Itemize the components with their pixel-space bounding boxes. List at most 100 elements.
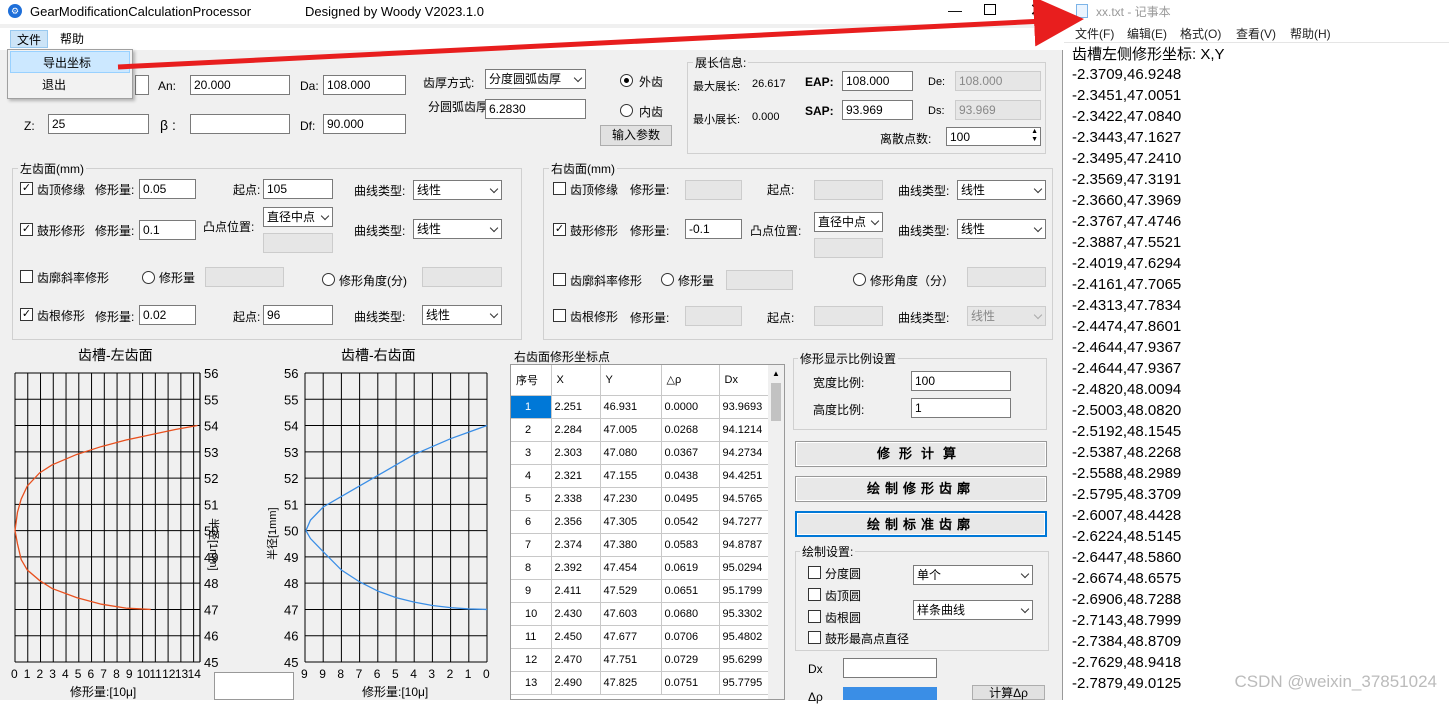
table-header-cell[interactable]: 序号 — [511, 365, 552, 396]
table-cell[interactable]: 0.0542 — [661, 510, 720, 534]
table-cell[interactable]: 47.751 — [600, 648, 662, 672]
right-tip-curve-select[interactable]: 线性 — [957, 180, 1046, 200]
table-cell[interactable]: 47.005 — [600, 418, 662, 442]
table-cell[interactable]: 0.0367 — [661, 441, 720, 465]
left-crown-pos-value[interactable] — [263, 233, 333, 253]
calc-button[interactable]: 修形计算 — [795, 441, 1047, 467]
table-cell[interactable]: 12 — [511, 648, 552, 672]
right-crown-pos-select[interactable]: 直径中点 — [814, 212, 883, 232]
right-crown-checkbox[interactable]: ✓ — [553, 223, 566, 236]
table-cell[interactable]: 7 — [511, 533, 552, 557]
table-cell[interactable]: 2.338 — [551, 487, 601, 511]
left-tip-start-input[interactable]: 105 — [263, 179, 333, 199]
table-header-cell[interactable]: Y — [600, 365, 662, 396]
right-root-amount-input[interactable] — [685, 306, 742, 326]
width-scale-input[interactable]: 100 — [911, 371, 1011, 391]
table-cell[interactable]: 0.0680 — [661, 602, 720, 626]
np-menu-edit[interactable]: 编辑(E) — [1127, 25, 1167, 42]
table-cell[interactable]: 94.4251 — [719, 464, 770, 488]
left-slope-angle-input[interactable] — [422, 267, 502, 287]
table-cell[interactable]: 47.454 — [600, 556, 662, 580]
table-cell[interactable]: 2.470 — [551, 648, 601, 672]
left-crown-pos-select[interactable]: 直径中点 — [263, 207, 333, 227]
table-cell[interactable]: 0.0651 — [661, 579, 720, 603]
table-cell[interactable]: 47.603 — [600, 602, 662, 626]
table-cell[interactable]: 95.1799 — [719, 579, 770, 603]
table-cell[interactable]: 2.490 — [551, 671, 601, 695]
left-root-start-input[interactable]: 96 — [263, 305, 333, 325]
left-crown-amount-input[interactable]: 0.1 — [139, 220, 196, 240]
table-cell[interactable]: 94.5765 — [719, 487, 770, 511]
table-cell[interactable]: 8 — [511, 556, 552, 580]
menu-help[interactable]: 帮助 — [54, 30, 90, 48]
z-input[interactable]: 25 — [48, 114, 149, 134]
table-scrollbar[interactable]: ▲ — [768, 365, 784, 699]
table-cell[interactable]: 94.1214 — [719, 418, 770, 442]
table-cell[interactable]: 2.392 — [551, 556, 601, 580]
table-cell[interactable]: 47.677 — [600, 625, 662, 649]
table-row[interactable]: 10 2.430 47.603 0.0680 95.3302 — [511, 602, 770, 626]
left-crown-curve-select[interactable]: 线性 — [413, 219, 502, 239]
table-row[interactable]: 9 2.411 47.529 0.0651 95.1799 — [511, 579, 770, 603]
table-cell[interactable]: 93.9693 — [719, 395, 770, 419]
table-cell[interactable]: 11 — [511, 625, 552, 649]
table-cell[interactable]: 0.0438 — [661, 464, 720, 488]
points-spinner[interactable]: 100 ▲ ▼ — [946, 127, 1041, 146]
table-cell[interactable]: 0.0729 — [661, 648, 720, 672]
table-cell[interactable]: 2.303 — [551, 441, 601, 465]
table-cell[interactable]: 2.321 — [551, 464, 601, 488]
table-cell[interactable]: 0.0751 — [661, 671, 720, 695]
menu-file[interactable]: 文件 — [10, 30, 49, 48]
table-cell[interactable]: 47.380 — [600, 533, 662, 557]
table-cell[interactable]: 47.305 — [600, 510, 662, 534]
height-scale-input[interactable]: 1 — [911, 398, 1011, 418]
table-row[interactable]: 8 2.392 47.454 0.0619 95.0294 — [511, 556, 770, 580]
draw-standard-button[interactable]: 绘制标准齿廓 — [795, 511, 1047, 537]
table-row[interactable]: 12 2.470 47.751 0.0729 95.6299 — [511, 648, 770, 672]
close-icon[interactable]: ✕ — [1027, 0, 1047, 20]
table-cell[interactable]: 2.411 — [551, 579, 601, 603]
table-row[interactable]: 4 2.321 47.155 0.0438 94.4251 — [511, 464, 770, 488]
export-coords-menu-item[interactable]: 导出坐标 — [10, 51, 130, 73]
tip-circle-checkbox[interactable] — [808, 588, 821, 601]
left-slope-amount-input[interactable] — [205, 267, 284, 287]
right-tip-amount-input[interactable] — [685, 180, 742, 200]
left-root-checkbox[interactable]: ✓ — [20, 308, 33, 321]
table-cell[interactable]: 47.529 — [600, 579, 662, 603]
table-cell[interactable]: 95.4802 — [719, 625, 770, 649]
table-cell[interactable]: 13 — [511, 671, 552, 695]
left-tip-amount-input[interactable]: 0.05 — [139, 179, 196, 199]
np-menu-file[interactable]: 文件(F) — [1075, 25, 1114, 42]
arc-thickness-input[interactable]: 6.2830 — [485, 99, 586, 119]
draw-mode-select[interactable]: 单个 — [913, 565, 1033, 585]
table-cell[interactable]: 0.0706 — [661, 625, 720, 649]
table-cell[interactable]: 0.0268 — [661, 418, 720, 442]
draw-modified-button[interactable]: 绘制修形齿廓 — [795, 476, 1047, 502]
eap-input[interactable]: 108.000 — [842, 71, 913, 91]
right-crown-pos-value[interactable] — [814, 238, 883, 258]
calc-drho-button[interactable]: 计算Δρ — [972, 685, 1045, 700]
table-cell[interactable]: 2 — [511, 418, 552, 442]
table-cell[interactable]: 47.155 — [600, 464, 662, 488]
left-crown-checkbox[interactable]: ✓ — [20, 223, 33, 236]
df-input[interactable]: 90.000 — [323, 114, 406, 134]
da-input[interactable]: 108.000 — [323, 75, 406, 95]
table-cell[interactable]: 4 — [511, 464, 552, 488]
table-cell[interactable]: 2.374 — [551, 533, 601, 557]
left-root-curve-select[interactable]: 线性 — [422, 305, 502, 325]
right-slope-amount-radio[interactable] — [661, 273, 674, 286]
table-cell[interactable]: 47.825 — [600, 671, 662, 695]
table-row[interactable]: 5 2.338 47.230 0.0495 94.5765 — [511, 487, 770, 511]
table-row[interactable]: 11 2.450 47.677 0.0706 95.4802 — [511, 625, 770, 649]
right-slope-checkbox[interactable] — [553, 273, 566, 286]
table-cell[interactable]: 2.251 — [551, 395, 601, 419]
beta-input[interactable] — [190, 114, 290, 134]
table-cell[interactable]: 0.0619 — [661, 556, 720, 580]
table-cell[interactable]: 95.7795 — [719, 671, 770, 695]
scroll-up-icon[interactable]: ▲ — [772, 369, 780, 378]
table-row[interactable]: 3 2.303 47.080 0.0367 94.2734 — [511, 441, 770, 465]
table-cell[interactable]: 2.284 — [551, 418, 601, 442]
maximize-icon[interactable] — [984, 4, 996, 15]
notepad-text-area[interactable]: 齿槽左侧修形坐标: X,Y -2.3709,46.9248 -2.3451,47.0… — [1064, 43, 1449, 700]
an-input[interactable]: 20.000 — [190, 75, 290, 95]
